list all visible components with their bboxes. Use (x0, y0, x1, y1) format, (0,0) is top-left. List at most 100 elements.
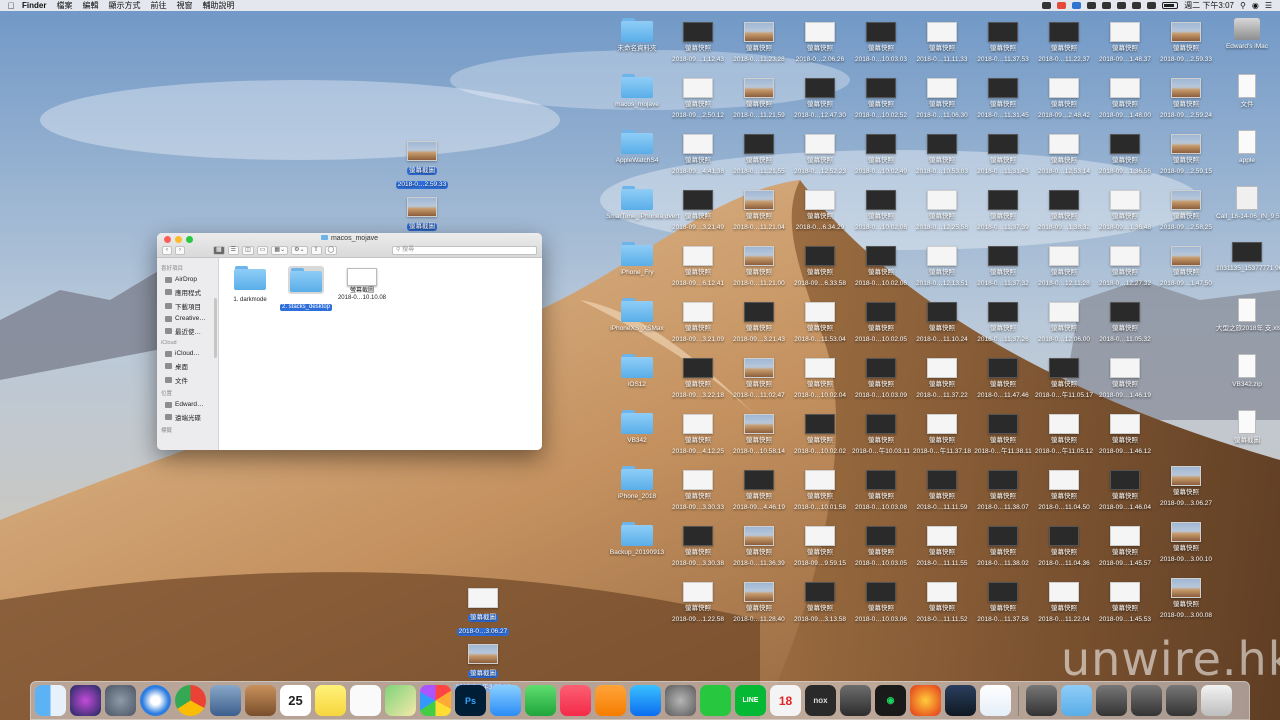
desktop-screenshot[interactable]: 螢幕快照 2018-0…10.03.05 (850, 526, 912, 568)
desktop-screenshot[interactable]: 螢幕快照 2018-0…12.13.51 (911, 246, 973, 288)
desktop-folder[interactable]: iOS12 (606, 354, 668, 389)
apple-icon[interactable]:  (0, 1, 22, 11)
desktop-screenshot[interactable]: 螢幕快照 2018-0…11.21.00 (728, 246, 790, 288)
desktop-screenshot[interactable]: 螢幕快照 2018-0…10.03.03 (850, 22, 912, 64)
forward-button[interactable]: › (175, 246, 185, 255)
desktop-screenshot[interactable]: 螢幕快照 2018-09…2.59.33 (1155, 22, 1217, 64)
desktop-screenshot[interactable]: 螢幕快照 2018-0…11.38.02 (972, 526, 1034, 568)
spotlight-icon[interactable]: ⚲ (1240, 1, 1246, 10)
sidebar-item-imac[interactable]: Edward… (157, 399, 218, 410)
file-screenshot[interactable]: 螢幕截圖 2018-0…10.10.08 (334, 266, 390, 302)
desktop-folder[interactable]: iPhoneXS_XSMax (606, 298, 668, 333)
column-view-button[interactable]: ◫ (242, 246, 254, 255)
notification-center-icon[interactable]: ☰ (1265, 1, 1272, 10)
desktop-screenshot[interactable]: 螢幕快照 2018-0…午10.03.11 (850, 414, 912, 456)
folder-stack-icon[interactable] (1061, 685, 1092, 716)
desktop-file[interactable]: 文件 (1216, 74, 1278, 109)
music-icon[interactable] (560, 685, 591, 716)
finder-window[interactable]: macos_mojave ‹ › ▦ ☰ ◫ ▭ ▦⌄ ⚙⌄ ⇧ ◯ ⚲ 搜尋 … (157, 233, 542, 450)
desktop-screenshot[interactable]: 螢幕快照 2018-0…11.31.43 (972, 134, 1034, 176)
desktop-screenshot[interactable]: 螢幕快照 2018-09…1.48.00 (1094, 78, 1156, 120)
desktop-screenshot[interactable]: 螢幕快照 2018-0…11.21.59 (728, 78, 790, 120)
desktop-file[interactable]: Edward's iMac (1216, 18, 1278, 51)
desktop-screenshot[interactable]: 螢幕快照 2018-0…10.02.49 (850, 134, 912, 176)
desktop-screenshot[interactable]: 螢幕快照 2018-09…1.46.19 (1094, 358, 1156, 400)
desktop-screenshot[interactable]: 螢幕快照 2018-0…11.37.32 (972, 246, 1034, 288)
desktop-screenshot[interactable]: 螢幕快照 2018-09…2.59.15 (1155, 134, 1217, 176)
desktop-screenshot[interactable]: 螢幕快照 2018-0…11.23.28 (728, 22, 790, 64)
sidebar-item-desktop[interactable]: 桌面 (157, 359, 218, 373)
fire-icon[interactable] (910, 685, 941, 716)
desktop-screenshot[interactable]: 螢幕快照 2018-0…10.03.09 (850, 358, 912, 400)
desktop-folder[interactable]: iPhone_Fry (606, 242, 668, 277)
share-icon[interactable]: ⇧ (310, 246, 322, 255)
teamviewer-status-icon[interactable] (1072, 2, 1082, 9)
trash-icon[interactable] (1201, 685, 1232, 716)
desktop-screenshot[interactable]: 螢幕快照 2018-0…11.38.07 (972, 470, 1034, 512)
messages-icon[interactable] (490, 685, 521, 716)
desktop-file[interactable]: 螢幕截圖 (1216, 410, 1278, 445)
desktop-screenshot[interactable]: 螢幕快照 2018-0…10.03.08 (850, 470, 912, 512)
menu-edit[interactable]: 編輯 (82, 0, 98, 11)
desktop-screenshot[interactable]: 螢幕快照 2018-09…3.30.33 (667, 470, 729, 512)
desktop-screenshot[interactable]: 螢幕快照 2018-0…11.31.45 (972, 78, 1034, 120)
desktop-screenshot[interactable]: 螢幕快照 2018-09…3.21.49 (667, 190, 729, 232)
desktop-screenshot[interactable]: 螢幕快照 2018-0…12.27.32 (1094, 246, 1156, 288)
desktop-folder[interactable]: 未命名資料夾 (606, 18, 668, 53)
sidebar-item-downloads[interactable]: 下載項目 (157, 299, 218, 313)
desktop-screenshot[interactable]: 螢幕快照 2018-09…1.22.58 (667, 582, 729, 624)
icon-view-button[interactable]: ▦ (213, 246, 225, 255)
appstore-icon[interactable] (630, 685, 661, 716)
finder-icon[interactable] (35, 685, 66, 716)
desktop-screenshot[interactable]: 螢幕快照 2018-0…10.02.02 (789, 414, 851, 456)
system-preferences-icon[interactable] (665, 685, 696, 716)
desktop-screenshot[interactable]: 螢幕快照 2018-0…12.53.14 (1033, 134, 1095, 176)
desktop-screenshot[interactable]: 螢幕快照 2018-0…10.02.06 (850, 246, 912, 288)
desktop-screenshot[interactable]: 螢幕快照 2018-0…10.02.08 (850, 190, 912, 232)
menu-app-name[interactable]: Finder (22, 1, 46, 10)
creative-cloud-icon[interactable] (1042, 2, 1052, 9)
desktop-screenshot[interactable]: 螢幕快照 2018-0…午11.38.11 (972, 414, 1034, 456)
desktop-screenshot[interactable]: 螢幕快照 2018-0…12.47.30 (789, 78, 851, 120)
desktop-screenshot[interactable]: 螢幕快照 2018-09…4.46.19 (728, 470, 790, 512)
desktop-screenshot[interactable]: 螢幕快照 2018-09…6.33.58 (789, 246, 851, 288)
desktop-screenshot[interactable]: 螢幕快照 2018-0…11.05.32 (1094, 302, 1156, 344)
dragged-screenshot[interactable]: 螢幕截圖 2018-0…2.59.33 (391, 141, 453, 189)
desktop-screenshot[interactable]: 螢幕快照 2018-0…午11.37.18 (911, 414, 973, 456)
launchpad-icon[interactable] (105, 685, 136, 716)
photoshop-icon[interactable]: Ps (455, 685, 486, 716)
sidebar-item-recents[interactable]: 最近使… (157, 324, 218, 338)
desktop-screenshot[interactable]: 螢幕快照 2018-0…10.01.58 (789, 470, 851, 512)
desktop-file[interactable]: apple (1216, 130, 1278, 165)
line-icon[interactable]: LINE (735, 685, 766, 716)
desktop-screenshot[interactable]: 螢幕快照 2018-0…11.36.39 (728, 526, 790, 568)
sidebar-item-remote-disc[interactable]: 遠端光碟 (157, 410, 218, 424)
desktop-file[interactable]: Call_18-14-06_IN_9 5098126.amr (1216, 186, 1280, 221)
desktop-screenshot[interactable]: 螢幕快照 2018-0…11.11.59 (911, 470, 973, 512)
calendar-icon[interactable]: 25 (280, 685, 311, 716)
desktop-screenshot[interactable]: 螢幕快照 2018-0…11.02.47 (728, 358, 790, 400)
wifi-icon[interactable] (1132, 2, 1142, 9)
list-view-button[interactable]: ☰ (227, 246, 240, 255)
desktop-screenshot[interactable]: 螢幕快照 2018-09…3.13.58 (789, 582, 851, 624)
facetime-icon[interactable] (525, 685, 556, 716)
desktop-screenshot[interactable]: 螢幕快照 2018-0…6.34.29 (789, 190, 851, 232)
downloads-stack-icon[interactable] (1026, 685, 1057, 716)
dragged-screenshot[interactable]: 螢幕截圖 2018-0…3.06.27 (452, 588, 514, 636)
game-18-icon[interactable]: 18 (770, 685, 801, 716)
battery-icon[interactable] (1162, 2, 1179, 9)
desktop-screenshot[interactable]: 螢幕快照 2018-0…11.11.52 (911, 582, 973, 624)
airplay-icon[interactable] (1087, 2, 1097, 9)
teamviewer-icon[interactable] (980, 685, 1011, 716)
menu-window[interactable]: 視窗 (176, 0, 192, 11)
desktop-screenshot[interactable]: 螢幕快照 2018-0…10.58.14 (728, 414, 790, 456)
siri-icon[interactable] (70, 685, 101, 716)
status-red-icon[interactable] (1057, 2, 1067, 9)
desktop-screenshot[interactable]: 螢幕快照 2018-0…10.53.03 (911, 134, 973, 176)
desktop-folder[interactable]: SmarTone_iPhonea dvert (606, 186, 679, 221)
menu-clock[interactable]: 週二 下午3:07 (1184, 0, 1234, 11)
desktop-screenshot[interactable]: 螢幕快照 2018-0…11.37.26 (972, 302, 1034, 344)
desktop-folder[interactable]: iPhone_2018 (606, 466, 668, 501)
contacts-icon[interactable] (245, 685, 276, 716)
desktop-screenshot[interactable]: 螢幕快照 2018-0…11.21.04 (728, 190, 790, 232)
